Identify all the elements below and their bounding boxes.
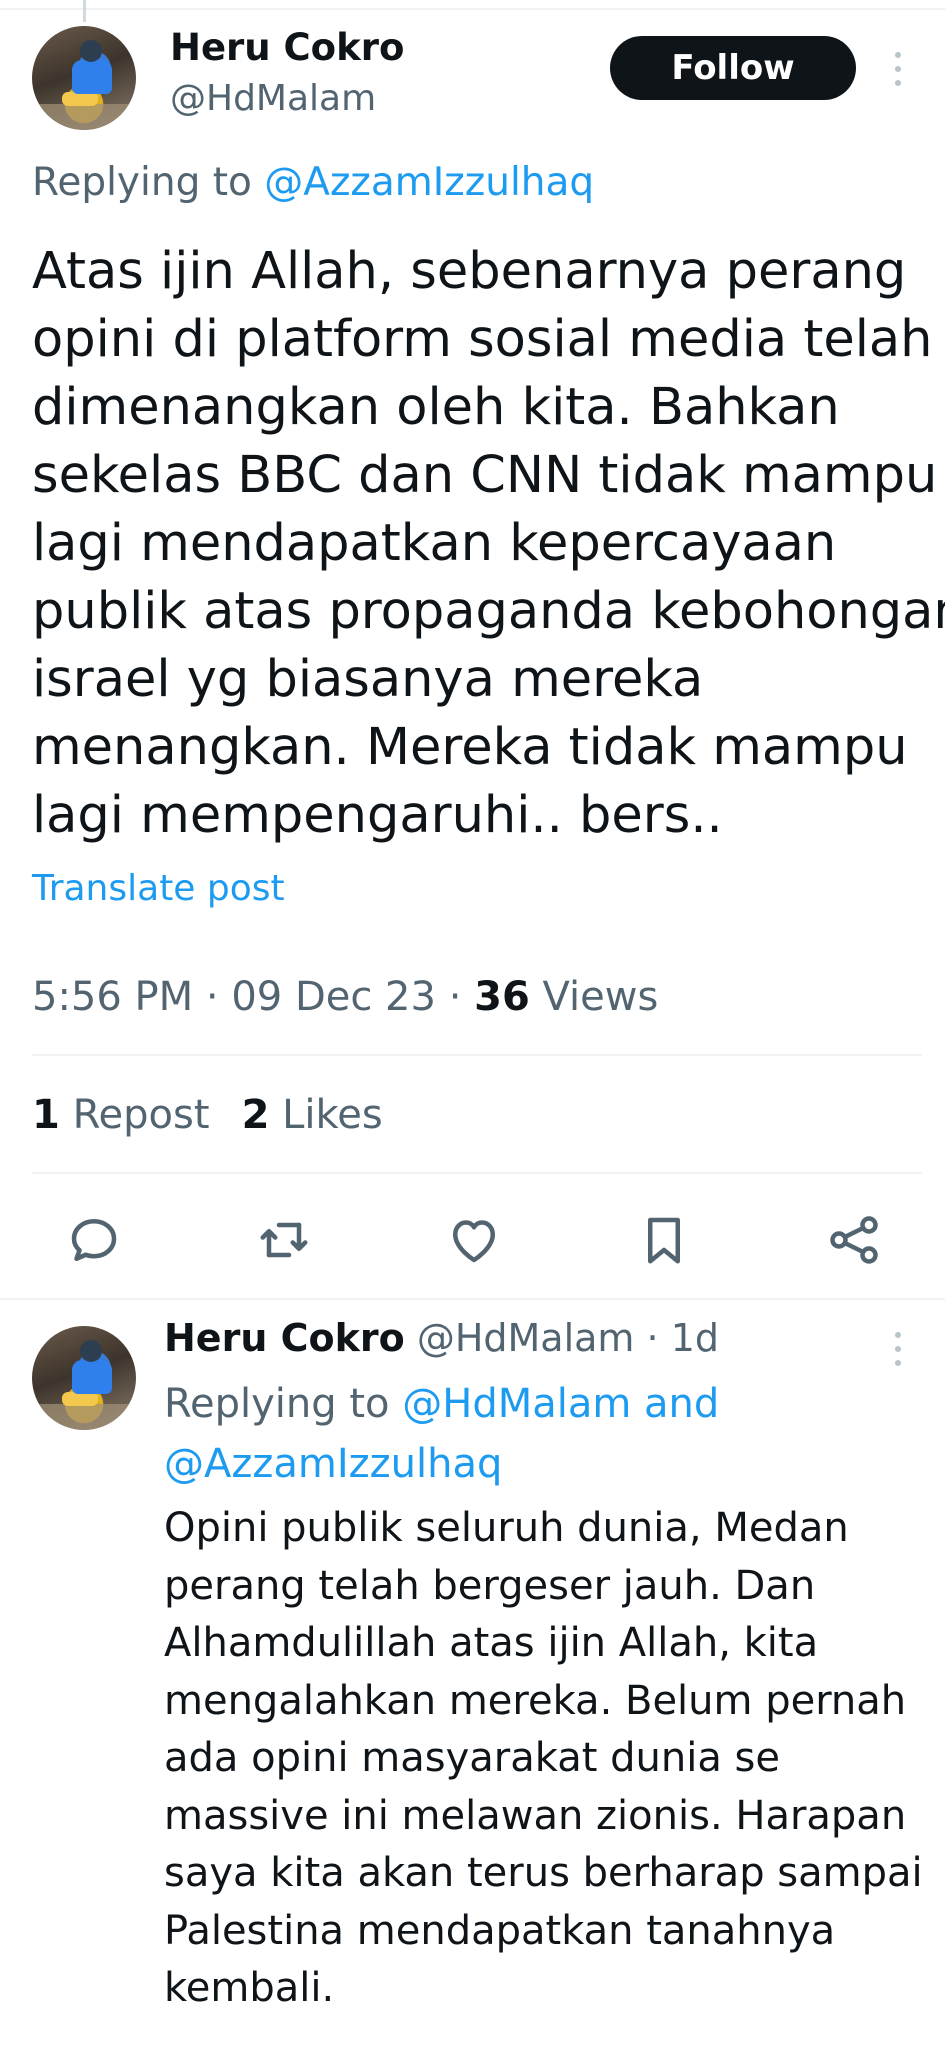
avatar-figure-leg bbox=[62, 92, 98, 106]
replying-to-prefix: Replying to bbox=[164, 1381, 390, 1427]
author-name[interactable]: Heru Cokro bbox=[170, 26, 404, 69]
avatar-floor bbox=[32, 104, 136, 130]
divider bbox=[32, 1172, 922, 1174]
heart-icon[interactable] bbox=[444, 1210, 504, 1270]
reply-author-name[interactable]: Heru Cokro bbox=[164, 1316, 405, 1360]
replying-to: Replying to @HdMalam and @AzzamIzzulhaq bbox=[164, 1374, 864, 1494]
reply-age[interactable]: 1d bbox=[671, 1316, 719, 1360]
reply-icon[interactable] bbox=[64, 1210, 124, 1270]
reply-text-line: kembali. bbox=[164, 1965, 335, 2011]
divider bbox=[0, 1298, 945, 1300]
likes-label: Likes bbox=[282, 1092, 383, 1138]
repost-icon[interactable] bbox=[254, 1210, 314, 1270]
avatar-figure-head bbox=[80, 40, 102, 62]
reply-text-line: Opini publik seluruh dunia, Medan bbox=[164, 1505, 849, 1551]
divider bbox=[32, 1054, 922, 1056]
replying-to-mention[interactable]: @AzzamIzzulhaq bbox=[164, 1441, 502, 1487]
reply-text-line: Alhamdulillah atas ijin Allah, kita bbox=[164, 1620, 819, 1666]
more-options-icon[interactable] bbox=[892, 1332, 904, 1366]
post-time[interactable]: 5:56 PM bbox=[32, 974, 193, 1020]
reply-text-line: ada opini masyarakat dunia se bbox=[164, 1735, 780, 1781]
post-text-line: Atas ijin Allah, sebenarnya perang bbox=[32, 242, 907, 301]
avatar-figure-body bbox=[72, 1360, 112, 1394]
follow-button[interactable]: Follow bbox=[610, 36, 856, 100]
reply-text: Opini publik seluruh dunia, Medan perang… bbox=[164, 1500, 924, 2018]
reply-author-handle[interactable]: @HdMalam bbox=[417, 1316, 635, 1360]
avatar[interactable] bbox=[32, 26, 136, 130]
meta-separator: · bbox=[205, 974, 232, 1020]
replying-to-prefix: Replying to bbox=[32, 160, 252, 205]
bookmark-icon[interactable] bbox=[634, 1210, 694, 1270]
avatar-figure-head bbox=[80, 1340, 102, 1362]
replying-to-and[interactable]: and bbox=[644, 1381, 719, 1427]
avatar-figure-leg bbox=[62, 1392, 98, 1406]
likes-stat[interactable]: 2 Likes bbox=[242, 1092, 383, 1138]
meta-separator: · bbox=[634, 1316, 671, 1360]
replying-to: Replying to @AzzamIzzulhaq bbox=[32, 160, 594, 205]
post-date[interactable]: 09 Dec 23 bbox=[231, 974, 436, 1020]
post-text-line: israel yg biasanya mereka bbox=[32, 650, 704, 709]
post-text-line: opini di platform sosial media telah bbox=[32, 310, 933, 369]
post-text-line: lagi mempengaruhi.. bers.. bbox=[32, 786, 723, 845]
share-icon[interactable] bbox=[824, 1210, 884, 1270]
meta-separator: · bbox=[448, 974, 475, 1020]
post-text: Atas ijin Allah, sebenarnya perang opini… bbox=[32, 238, 945, 850]
likes-count: 2 bbox=[241, 1092, 270, 1138]
reply-text-line: Palestina mendapatkan tanahnya bbox=[164, 1907, 836, 1954]
post-meta: 5:56 PM · 09 Dec 23 · 36 Views bbox=[32, 974, 658, 1020]
post-text-line: sekelas BBC dan CNN tidak mampu bbox=[32, 446, 938, 505]
post-text-line: lagi mendapatkan kepercayaan bbox=[32, 514, 837, 573]
avatar[interactable] bbox=[32, 1326, 136, 1430]
reposts-count: 1 bbox=[32, 1092, 60, 1138]
thread-connector-line bbox=[83, 0, 86, 22]
more-options-icon[interactable] bbox=[892, 52, 904, 86]
views-label: Views bbox=[542, 974, 659, 1020]
reposts-stat[interactable]: 1 Repost bbox=[32, 1092, 210, 1138]
translate-post-link[interactable]: Translate post bbox=[32, 868, 285, 909]
engagement-stats: 1 Repost 2 Likes bbox=[32, 1092, 383, 1138]
avatar-figure-body bbox=[72, 60, 112, 94]
post-text-line: publik atas propaganda kebohongan bbox=[32, 582, 945, 641]
post-text-line: dimenangkan oleh kita. Bahkan bbox=[32, 378, 840, 437]
reposts-label: Repost bbox=[72, 1092, 210, 1138]
reply-text-line: massive ini melawan zionis. Harapan bbox=[164, 1792, 907, 1839]
replying-to-mention[interactable]: @AzzamIzzulhaq bbox=[264, 160, 594, 205]
post-text-line: menangkan. Mereka tidak mampu bbox=[32, 718, 908, 777]
reply-text-line: mengalahkan mereka. Belum pernah bbox=[164, 1677, 907, 1724]
reply-text-line: saya kita akan terus berharap sampai bbox=[164, 1850, 923, 1896]
avatar-floor bbox=[32, 1404, 136, 1430]
reply-text-line: perang telah bergeser jauh. Dan bbox=[164, 1562, 816, 1609]
reply-header: Heru Cokro @HdMalam · 1d bbox=[164, 1316, 719, 1360]
replying-to-mention[interactable]: @HdMalam bbox=[402, 1381, 631, 1427]
views-count: 36 bbox=[474, 974, 530, 1020]
top-divider bbox=[0, 8, 945, 10]
author-handle[interactable]: @HdMalam bbox=[170, 78, 376, 119]
